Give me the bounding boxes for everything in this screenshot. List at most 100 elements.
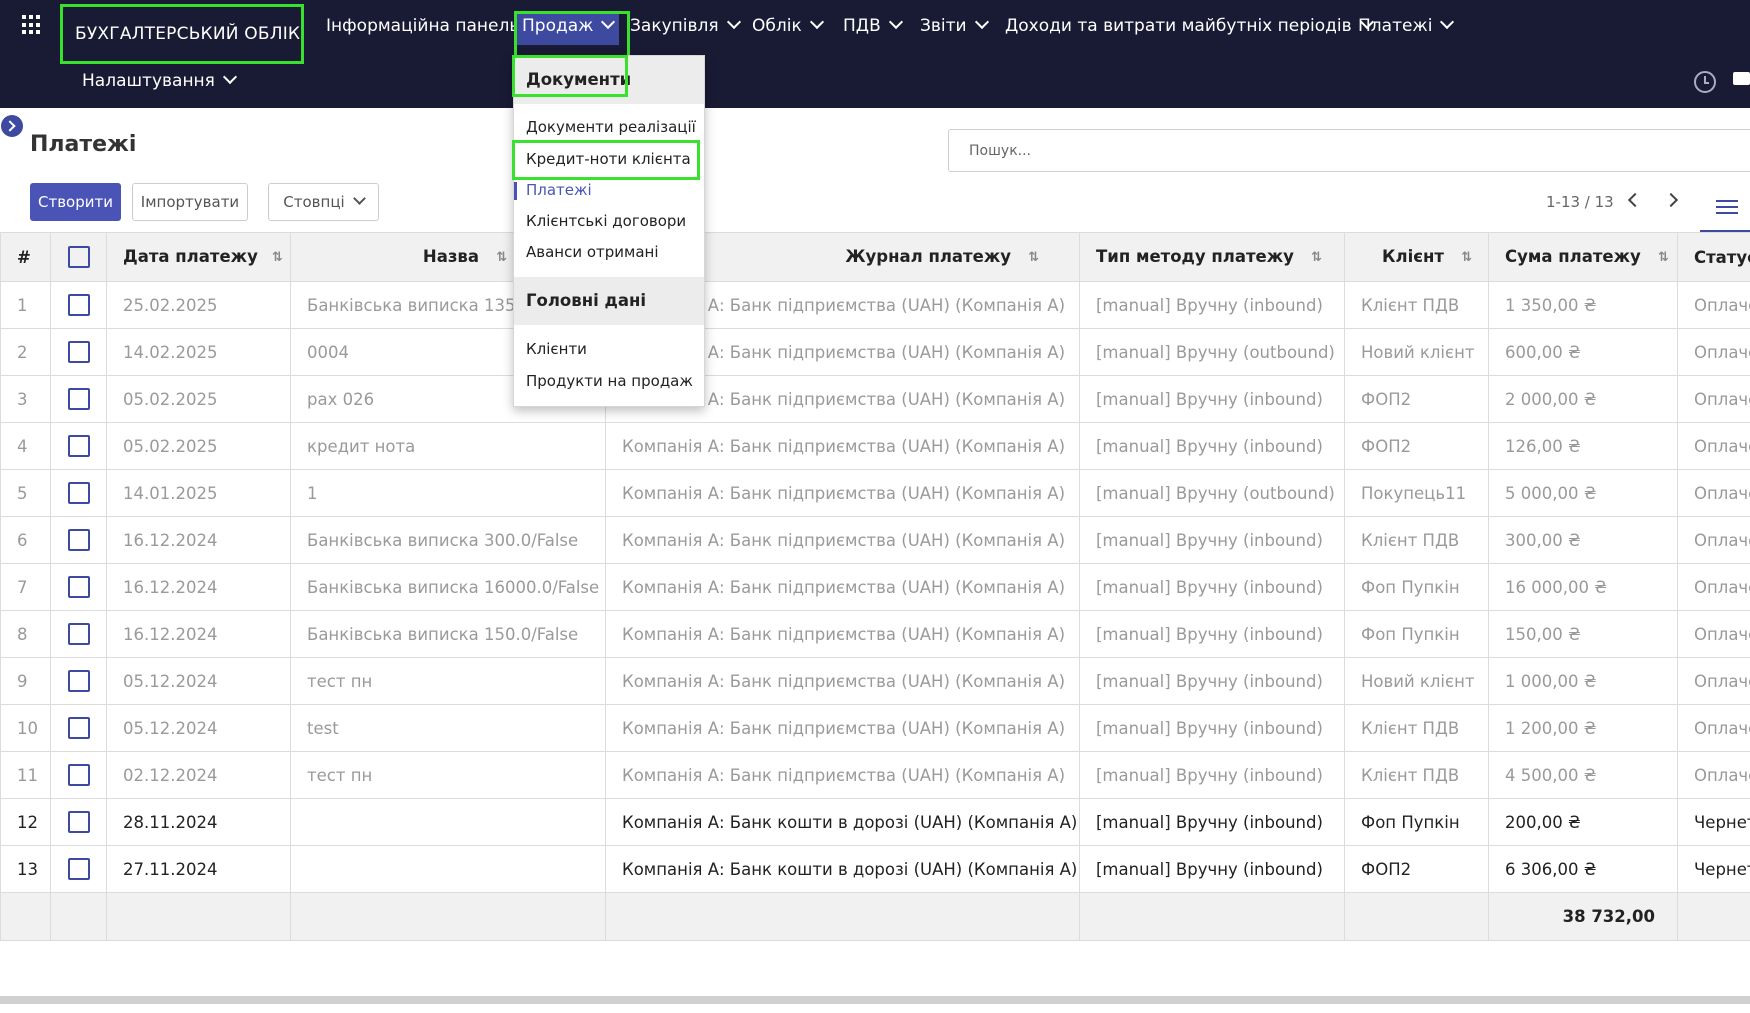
- row-checkbox[interactable]: [67, 341, 90, 363]
- list-view-icon[interactable]: [1716, 200, 1738, 218]
- row-checkbox[interactable]: [67, 529, 90, 551]
- header-client[interactable]: Клієнт ⇅: [1344, 232, 1489, 282]
- menu-payments[interactable]: Платежі: [1358, 13, 1455, 39]
- row-select-cell[interactable]: [50, 469, 107, 517]
- cell-name: [290, 845, 606, 893]
- row-checkbox[interactable]: [67, 576, 90, 598]
- row-checkbox[interactable]: [67, 623, 90, 645]
- row-select-cell[interactable]: [50, 751, 107, 799]
- row-checkbox[interactable]: [67, 435, 90, 457]
- menu-reports[interactable]: Звіти: [920, 13, 989, 39]
- menu-item-advances-received[interactable]: Аванси отримані: [526, 243, 659, 261]
- row-checkbox[interactable]: [67, 294, 90, 316]
- menu-item-client-contracts[interactable]: Клієнтські договори: [526, 212, 686, 230]
- row-checkbox[interactable]: [67, 482, 90, 504]
- cell-method: [manual] Вручну (inbound): [1079, 422, 1345, 470]
- menu-vat[interactable]: ПДВ: [843, 13, 903, 39]
- row-select-cell[interactable]: [50, 328, 107, 376]
- row-checkbox[interactable]: [67, 717, 90, 739]
- row-checkbox[interactable]: [67, 670, 90, 692]
- cell-status: Оплачено: [1677, 328, 1750, 376]
- cell-amount: 200,00 ₴: [1488, 798, 1678, 846]
- select-all-checkbox[interactable]: [67, 246, 90, 268]
- menu-purchases[interactable]: Закупівля: [630, 13, 741, 39]
- cell-status: Оплачено: [1677, 704, 1750, 752]
- row-select-cell[interactable]: [50, 610, 107, 658]
- footer-cell: [0, 892, 51, 941]
- search-input[interactable]: Пошук...: [948, 129, 1750, 172]
- menu-accounting[interactable]: Облік: [752, 13, 824, 39]
- header-method[interactable]: Тип методу платежу ⇅: [1079, 232, 1345, 282]
- menu-settings[interactable]: Налаштування: [82, 68, 237, 94]
- table-row[interactable]: 3 05.02.2025 рах 026 Компанія А: Банк пі…: [0, 375, 1750, 423]
- clock-icon[interactable]: [1694, 71, 1716, 93]
- table-row[interactable]: 12 28.11.2024 Компанія А: Банк кошти в д…: [0, 798, 1750, 846]
- cell-name: [290, 798, 606, 846]
- sort-icon[interactable]: ⇅: [272, 249, 286, 267]
- menu-item-sales-documents[interactable]: Документи реалізації: [526, 118, 696, 136]
- table-row[interactable]: 11 02.12.2024 тест пн Компанія А: Банк п…: [0, 751, 1750, 799]
- menu-deferred[interactable]: Доходи та витрати майбутніх періодів: [1005, 13, 1374, 39]
- row-select-cell[interactable]: [50, 704, 107, 752]
- sidebar-toggle-icon[interactable]: [1, 115, 23, 137]
- menu-item-payments[interactable]: Платежі: [526, 181, 592, 199]
- table-row[interactable]: 5 14.01.2025 1 Компанія А: Банк підприєм…: [0, 469, 1750, 517]
- cell-date: 16.12.2024: [106, 516, 291, 564]
- table-row[interactable]: 6 16.12.2024 Банківська виписка 300.0/Fa…: [0, 516, 1750, 564]
- menu-dashboard[interactable]: Інформаційна панель: [326, 13, 519, 39]
- table-row[interactable]: 4 05.02.2025 кредит нота Компанія А: Бан…: [0, 422, 1750, 470]
- apps-grid-icon[interactable]: [22, 15, 42, 35]
- row-select-cell[interactable]: [50, 845, 107, 893]
- table-row[interactable]: 1 25.02.2025 Банківська виписка 1350.0/F…: [0, 281, 1750, 329]
- row-select-cell[interactable]: [50, 798, 107, 846]
- cell-client: Клієнт ПДВ: [1344, 704, 1489, 752]
- row-checkbox[interactable]: [67, 811, 90, 833]
- menu-purchases-label: Закупівля: [630, 16, 719, 36]
- sort-icon[interactable]: ⇅: [1458, 249, 1472, 267]
- horizontal-scrollbar[interactable]: [0, 996, 1750, 1004]
- table-row[interactable]: 9 05.12.2024 тест пн Компанія А: Банк пі…: [0, 657, 1750, 705]
- row-select-cell[interactable]: [50, 422, 107, 470]
- cell-journal: Компанія А: Банк кошти в дорозі (UAH) (К…: [605, 798, 1080, 846]
- pager-value[interactable]: 1-13 / 13: [1546, 193, 1614, 211]
- row-select-cell[interactable]: [50, 516, 107, 564]
- cell-name: Банківська виписка 300.0/False: [290, 516, 606, 564]
- header-date[interactable]: Дата платежу ⇅: [106, 232, 291, 282]
- create-button[interactable]: Створити: [30, 183, 121, 221]
- menu-item-clients[interactable]: Клієнти: [526, 340, 587, 358]
- header-select-all[interactable]: [50, 232, 107, 282]
- sort-icon[interactable]: ⇅: [1025, 249, 1039, 267]
- chat-icon[interactable]: [1733, 72, 1750, 85]
- columns-button[interactable]: Стовпці: [268, 183, 379, 221]
- table-row[interactable]: 8 16.12.2024 Банківська виписка 150.0/Fa…: [0, 610, 1750, 658]
- table-row[interactable]: 13 27.11.2024 Компанія А: Банк кошти в д…: [0, 845, 1750, 893]
- pager-prev-icon[interactable]: [1627, 192, 1643, 208]
- row-checkbox[interactable]: [67, 858, 90, 880]
- row-select-cell[interactable]: [50, 281, 107, 329]
- row-checkbox[interactable]: [67, 388, 90, 410]
- page-title: Платежі: [30, 132, 137, 157]
- cell-name: Банківська виписка 16000.0/False: [290, 563, 606, 611]
- cell-status: Оплачено: [1677, 281, 1750, 329]
- header-amount[interactable]: Сума платежу ⇅: [1488, 232, 1678, 282]
- cell-date: 16.12.2024: [106, 610, 291, 658]
- row-checkbox[interactable]: [67, 764, 90, 786]
- cell-journal: Компанія А: Банк підприємства (UAH) (Ком…: [605, 657, 1080, 705]
- pager-next-icon[interactable]: [1663, 192, 1679, 208]
- sort-icon[interactable]: ⇅: [1655, 249, 1669, 267]
- row-number: 12: [0, 798, 51, 846]
- row-select-cell[interactable]: [50, 657, 107, 705]
- app-title[interactable]: БУХГАЛТЕРСЬКИЙ ОБЛІК: [60, 4, 304, 64]
- cell-method: [manual] Вручну (inbound): [1079, 610, 1345, 658]
- table-row[interactable]: 7 16.12.2024 Банківська виписка 16000.0/…: [0, 563, 1750, 611]
- menu-item-products-for-sale[interactable]: Продукти на продаж: [526, 372, 693, 390]
- header-status[interactable]: Статус: [1677, 232, 1750, 282]
- sort-icon[interactable]: ⇅: [493, 249, 507, 267]
- sort-icon[interactable]: ⇅: [1308, 249, 1322, 267]
- row-select-cell[interactable]: [50, 375, 107, 423]
- cell-date: 05.12.2024: [106, 704, 291, 752]
- table-row[interactable]: 2 14.02.2025 0004 Компанія А: Банк підпр…: [0, 328, 1750, 376]
- row-select-cell[interactable]: [50, 563, 107, 611]
- table-row[interactable]: 10 05.12.2024 test Компанія А: Банк підп…: [0, 704, 1750, 752]
- import-button[interactable]: Імпортувати: [132, 183, 248, 221]
